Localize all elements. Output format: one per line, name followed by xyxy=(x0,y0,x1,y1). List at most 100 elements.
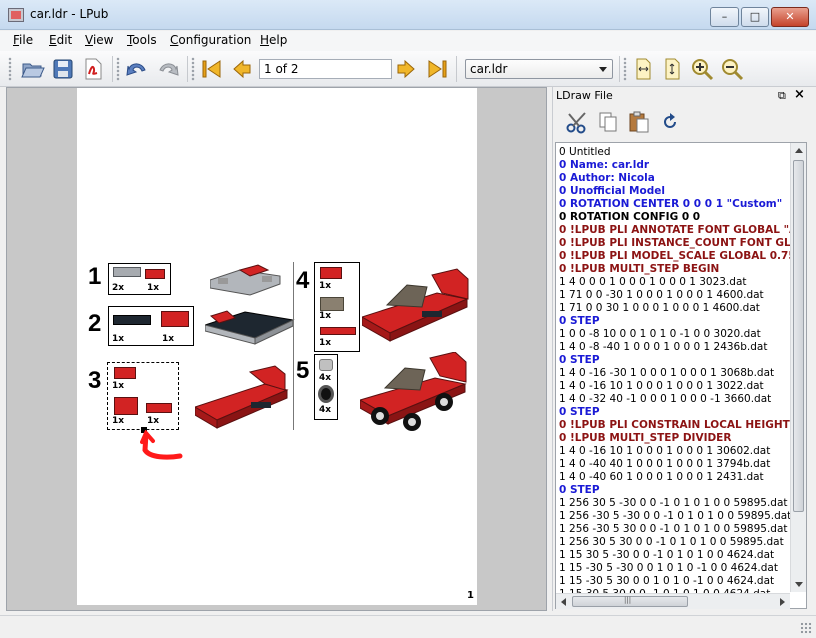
fit-width-icon[interactable] xyxy=(631,57,655,81)
editor-line[interactable]: 1 256 30 5 -30 0 0 -1 0 1 0 1 0 0 59895.… xyxy=(559,497,791,510)
part-image[interactable] xyxy=(114,367,136,379)
open-icon[interactable] xyxy=(21,57,45,81)
page-number[interactable]: 1 xyxy=(467,590,474,601)
editor-line[interactable]: 1 4 0 -40 60 1 0 0 0 1 0 0 0 1 2431.dat xyxy=(559,471,791,484)
vertical-scrollbar[interactable] xyxy=(790,143,806,592)
step-number[interactable]: 4 xyxy=(296,267,309,295)
editor-line[interactable]: 0 !LPUB MULTI_STEP DIVIDER xyxy=(559,432,791,445)
menu-file[interactable]: File xyxy=(13,33,33,47)
step-model-image[interactable] xyxy=(358,351,472,437)
scrollbar-thumb[interactable] xyxy=(793,160,804,512)
editor-line[interactable]: 1 4 0 -32 40 -1 0 0 0 1 0 0 0 -1 3660.da… xyxy=(559,393,791,406)
toolbar-grip[interactable] xyxy=(116,57,120,81)
editor-line[interactable]: 0 !LPUB PLI MODEL_SCALE GLOBAL 0.7500 xyxy=(559,250,791,263)
first-page-icon[interactable] xyxy=(200,57,224,81)
cut-icon[interactable] xyxy=(565,110,589,134)
part-image[interactable] xyxy=(320,327,356,335)
step-number[interactable]: 2 xyxy=(88,310,101,338)
part-image[interactable] xyxy=(146,403,172,413)
editor-line[interactable]: 0 STEP xyxy=(559,406,791,419)
step-number[interactable]: 5 xyxy=(296,357,309,385)
editor-line[interactable]: 0 Unofficial Model xyxy=(559,185,791,198)
step-divider[interactable] xyxy=(293,262,294,430)
close-button[interactable]: ✕ xyxy=(771,7,809,27)
part-image[interactable] xyxy=(113,267,141,277)
scroll-up-icon[interactable] xyxy=(795,148,803,153)
part-image[interactable] xyxy=(161,311,189,327)
step-model-image[interactable] xyxy=(360,265,472,348)
editor-line[interactable]: 1 0 0 -8 10 0 0 1 0 1 0 -1 0 0 3020.dat xyxy=(559,328,791,341)
editor-line[interactable]: 1 4 0 -40 40 1 0 0 0 1 0 0 0 1 3794b.dat xyxy=(559,458,791,471)
minimize-button[interactable]: – xyxy=(710,7,739,27)
wheel-part-image[interactable] xyxy=(318,385,334,403)
page-number-field[interactable]: 1 of 2 xyxy=(259,59,392,79)
horizontal-scrollbar[interactable]: ||| xyxy=(556,593,790,609)
step-number[interactable]: 3 xyxy=(88,367,101,395)
editor-line[interactable]: 1 256 30 5 30 0 0 -1 0 1 0 1 0 0 59895.d… xyxy=(559,536,791,549)
previous-page-icon[interactable] xyxy=(230,57,254,81)
save-icon[interactable] xyxy=(51,57,75,81)
editor-line[interactable]: 0 !LPUB MULTI_STEP BEGIN xyxy=(559,263,791,276)
pdf-icon[interactable] xyxy=(81,57,105,81)
scroll-down-icon[interactable] xyxy=(795,582,803,587)
editor-line[interactable]: 1 4 0 -16 10 1 0 0 0 1 0 0 0 1 3022.dat xyxy=(559,380,791,393)
part-image[interactable] xyxy=(319,359,333,371)
editor-line[interactable]: 1 256 -30 5 30 0 0 -1 0 1 0 1 0 0 59895.… xyxy=(559,523,791,536)
editor-line[interactable]: 1 4 0 -16 10 1 0 0 0 1 0 0 0 1 30602.dat xyxy=(559,445,791,458)
scroll-right-icon[interactable] xyxy=(780,598,785,606)
editor-line[interactable]: 1 71 0 0 -30 1 0 0 0 1 0 0 0 1 4600.dat xyxy=(559,289,791,302)
menu-configuration[interactable]: Configuration xyxy=(170,33,251,47)
step-model-image[interactable] xyxy=(209,262,285,300)
dock-float-icon[interactable]: ⧉ xyxy=(778,89,786,103)
editor-line[interactable]: 0 STEP xyxy=(559,315,791,328)
editor-line[interactable]: 0 ROTATION CENTER 0 0 0 1 "Custom" xyxy=(559,198,791,211)
scroll-left-icon[interactable] xyxy=(561,598,566,606)
editor-line[interactable]: 1 71 0 0 30 1 0 0 0 1 0 0 0 1 4600.dat xyxy=(559,302,791,315)
toolbar-grip[interactable] xyxy=(623,57,627,81)
editor-line[interactable]: 0 STEP xyxy=(559,354,791,367)
ldraw-text-editor[interactable]: 0 Untitled 0 Name: car.ldr 0 Author: Nicol… xyxy=(555,142,807,609)
part-image[interactable] xyxy=(320,267,342,279)
editor-line[interactable]: 1 4 0 0 0 1 0 0 0 1 0 0 0 1 3023.dat xyxy=(559,276,791,289)
undo-icon[interactable] xyxy=(125,57,149,81)
editor-line[interactable]: 1 4 0 -8 -40 1 0 0 0 1 0 0 0 1 2436b.dat xyxy=(559,341,791,354)
editor-line[interactable]: 0 Untitled xyxy=(559,146,791,159)
paste-icon[interactable] xyxy=(627,110,651,134)
editor-line[interactable]: 0 !LPUB PLI ANNOTATE FONT GLOBAL "Arial xyxy=(559,224,791,237)
part-image[interactable] xyxy=(145,269,165,279)
editor-line[interactable]: 1 15 30 5 -30 0 0 -1 0 1 0 1 0 0 4624.da… xyxy=(559,549,791,562)
editor-line[interactable]: 0 Name: car.ldr xyxy=(559,159,791,172)
zoom-in-icon[interactable] xyxy=(690,57,714,81)
maximize-button[interactable]: □ xyxy=(741,7,769,27)
next-page-icon[interactable] xyxy=(394,57,418,81)
editor-line[interactable]: 0 !LPUB PLI CONSTRAIN LOCAL HEIGHT 1.8 xyxy=(559,419,791,432)
menu-edit[interactable]: Edit xyxy=(49,33,72,47)
last-page-icon[interactable] xyxy=(425,57,449,81)
step-model-image[interactable] xyxy=(193,362,290,435)
step-model-image[interactable] xyxy=(203,300,295,353)
editor-line[interactable]: 0 !LPUB PLI INSTANCE_COUNT FONT GLOBA xyxy=(559,237,791,250)
editor-line[interactable]: 1 15 -30 5 30 0 0 1 0 1 0 -1 0 0 4624.da… xyxy=(559,575,791,588)
step-number[interactable]: 1 xyxy=(88,263,101,291)
model-select[interactable]: car.ldr xyxy=(465,59,613,79)
editor-line[interactable]: 1 4 0 -16 -30 1 0 0 0 1 0 0 0 1 3068b.da… xyxy=(559,367,791,380)
copy-icon[interactable] xyxy=(596,110,620,134)
resize-grip-icon[interactable] xyxy=(800,622,812,634)
toolbar-grip[interactable] xyxy=(191,57,195,81)
editor-line[interactable]: 1 15 -30 5 -30 0 0 1 0 1 0 -1 0 0 4624.d… xyxy=(559,562,791,575)
part-image[interactable] xyxy=(320,297,344,311)
editor-line[interactable]: 0 ROTATION CONFIG 0 0 xyxy=(559,211,791,224)
dock-close-icon[interactable]: × xyxy=(794,87,805,102)
menu-help[interactable]: Help xyxy=(260,33,287,47)
editor-line[interactable]: 1 256 -30 5 -30 0 0 -1 0 1 0 1 0 0 59895… xyxy=(559,510,791,523)
part-image[interactable] xyxy=(114,397,138,415)
menu-view[interactable]: View xyxy=(85,33,113,47)
toolbar-grip[interactable] xyxy=(8,57,12,81)
editor-line[interactable]: 0 STEP xyxy=(559,484,791,497)
redo-icon[interactable] xyxy=(156,57,180,81)
refresh-icon[interactable] xyxy=(658,110,682,134)
menu-tools[interactable]: Tools xyxy=(127,33,157,47)
part-image[interactable] xyxy=(113,315,151,325)
fit-visible-icon[interactable] xyxy=(660,57,684,81)
editor-line[interactable]: 0 Author: Nicola xyxy=(559,172,791,185)
